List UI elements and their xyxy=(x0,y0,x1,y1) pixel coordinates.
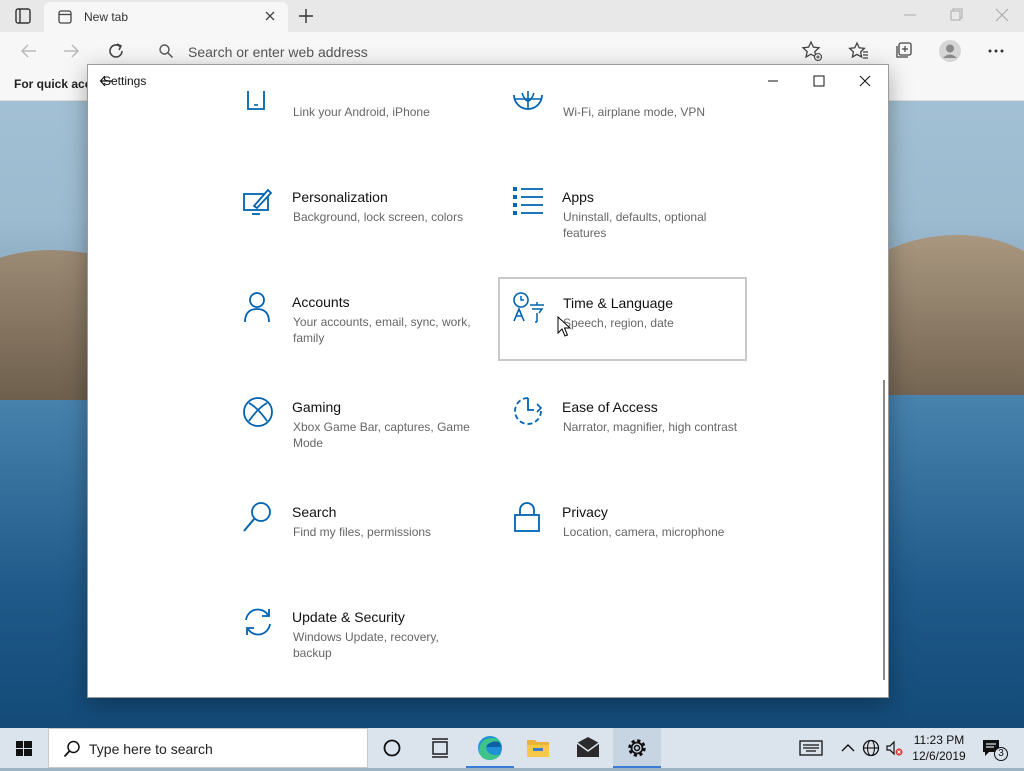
new-tab-plus-icon[interactable] xyxy=(296,6,316,26)
favorites-icon[interactable] xyxy=(846,38,872,64)
tab-title: New tab xyxy=(84,10,129,24)
settings-item-desc: Narrator, magnifier, high contrast xyxy=(563,420,738,434)
settings-item-phone-desc: Link your Android, iPhone xyxy=(293,105,430,119)
add-favorite-star-icon[interactable] xyxy=(799,38,825,64)
settings-item-desc: Windows Update, recovery, backup xyxy=(293,630,439,660)
browser-minimize-icon[interactable] xyxy=(898,4,922,26)
edge-taskbar-icon[interactable] xyxy=(466,728,514,768)
xbox-icon xyxy=(242,396,273,427)
mail-icon[interactable] xyxy=(564,728,612,768)
clock-date: 12/6/2019 xyxy=(912,749,966,763)
browser-restore-icon[interactable] xyxy=(944,4,968,26)
settings-taskbar-icon[interactable] xyxy=(613,728,661,768)
settings-item-desc: Xbox Game Bar, captures, Game Mode xyxy=(293,420,470,450)
refresh-icon[interactable] xyxy=(105,40,127,62)
settings-item-name: Gaming xyxy=(292,399,342,415)
taskbar-search-icon xyxy=(63,740,81,758)
taskbar: Type here to search 11:23 PM 12/6/2019 3 xyxy=(0,728,1024,768)
search-icon xyxy=(242,501,272,532)
settings-item-gaming[interactable]: Gaming Xbox Game Bar, captures, Game Mod… xyxy=(242,396,490,478)
network-globe-icon[interactable] xyxy=(861,738,881,758)
cortana-button[interactable] xyxy=(368,728,416,768)
settings-item-update-security[interactable]: Update & Security Windows Update, recove… xyxy=(242,606,490,688)
ease-of-access-icon xyxy=(512,396,543,426)
personalization-icon xyxy=(242,186,273,216)
close-tab-icon[interactable] xyxy=(262,8,278,24)
settings-item-desc: Background, lock screen, colors xyxy=(293,210,464,224)
profile-avatar-icon[interactable] xyxy=(937,38,963,64)
settings-item-desc: Your accounts, email, sync, work, family xyxy=(293,315,471,345)
phone-icon xyxy=(242,91,272,113)
browser-close-icon[interactable] xyxy=(990,4,1014,26)
settings-item-search[interactable]: Search Find my files, permissions xyxy=(242,501,490,583)
settings-item-network-desc: Wi-Fi, airplane mode, VPN xyxy=(563,105,706,119)
volume-muted-icon[interactable] xyxy=(884,738,904,758)
notification-count: 3 xyxy=(998,748,1004,759)
mouse-cursor-icon xyxy=(557,315,572,338)
chevron-up-icon[interactable] xyxy=(838,738,858,758)
settings-item-privacy[interactable]: Privacy Location, camera, microphone xyxy=(512,501,760,583)
settings-item-network[interactable]: Wi-Fi, airplane mode, VPN xyxy=(512,91,760,127)
lock-icon xyxy=(512,501,542,532)
more-menu-icon[interactable] xyxy=(983,38,1009,64)
tab-new-tab[interactable]: New tab xyxy=(44,2,288,32)
settings-item-accounts[interactable]: Accounts Your accounts, email, sync, wor… xyxy=(242,291,490,373)
settings-title: Settings xyxy=(103,74,147,88)
touch-keyboard-icon[interactable] xyxy=(799,738,823,758)
favorites-bar-text: For quick acce xyxy=(14,77,99,91)
new-tab-favicon-icon xyxy=(58,10,72,24)
settings-item-name: Ease of Access xyxy=(562,399,658,415)
clock-time: 11:23 PM xyxy=(913,733,965,747)
address-search-icon xyxy=(158,43,174,59)
settings-item-desc: Uninstall, defaults, optional features xyxy=(563,210,707,240)
settings-item-time-language[interactable]: Time & Language Speech, region, date xyxy=(498,277,747,361)
back-arrow-icon[interactable] xyxy=(18,40,40,62)
address-bar[interactable] xyxy=(150,36,790,66)
collections-icon[interactable] xyxy=(891,38,917,64)
settings-item-ease-of-access[interactable]: Ease of Access Narrator, magnifier, high… xyxy=(512,396,760,478)
file-explorer-icon[interactable] xyxy=(514,728,562,768)
settings-item-name: Privacy xyxy=(562,504,608,520)
person-icon xyxy=(242,291,272,323)
globe-icon xyxy=(512,91,543,113)
tab-strip: New tab xyxy=(0,0,1024,32)
task-view-button[interactable] xyxy=(416,728,464,768)
settings-item-personalization[interactable]: Personalization Background, lock screen,… xyxy=(242,186,490,268)
settings-item-name: Search xyxy=(292,504,337,520)
apps-icon xyxy=(512,186,543,216)
taskbar-clock[interactable]: 11:23 PM 12/6/2019 xyxy=(906,732,972,764)
settings-minimize-icon[interactable] xyxy=(753,69,793,93)
settings-close-icon[interactable] xyxy=(845,69,885,93)
taskbar-search-box[interactable]: Type here to search xyxy=(48,728,368,768)
action-center-icon[interactable]: 3 xyxy=(980,736,1010,762)
settings-item-name: Apps xyxy=(562,189,594,205)
settings-item-desc: Speech, region, date xyxy=(563,316,674,330)
tab-actions-icon[interactable] xyxy=(12,6,34,26)
settings-item-phone[interactable]: Link your Android, iPhone xyxy=(242,91,490,127)
settings-item-name: Personalization xyxy=(292,189,388,205)
settings-item-name: Time & Language xyxy=(563,295,673,311)
settings-item-name: Update & Security xyxy=(292,609,405,625)
forward-arrow-icon[interactable] xyxy=(60,40,82,62)
settings-item-desc: Find my files, permissions xyxy=(293,525,432,539)
address-input[interactable] xyxy=(186,40,770,64)
settings-scrollbar[interactable] xyxy=(883,380,885,680)
update-icon xyxy=(242,606,272,636)
taskbar-search-placeholder: Type here to search xyxy=(89,741,213,757)
settings-item-apps[interactable]: Apps Uninstall, defaults, optional featu… xyxy=(512,186,760,268)
settings-item-desc: Location, camera, microphone xyxy=(563,525,725,539)
settings-window: Settings Link your Android, iPhone Wi-Fi… xyxy=(88,65,888,697)
time-language-icon xyxy=(512,291,544,323)
start-button[interactable] xyxy=(0,728,48,768)
settings-maximize-icon[interactable] xyxy=(799,69,839,93)
settings-item-name: Accounts xyxy=(292,294,350,310)
